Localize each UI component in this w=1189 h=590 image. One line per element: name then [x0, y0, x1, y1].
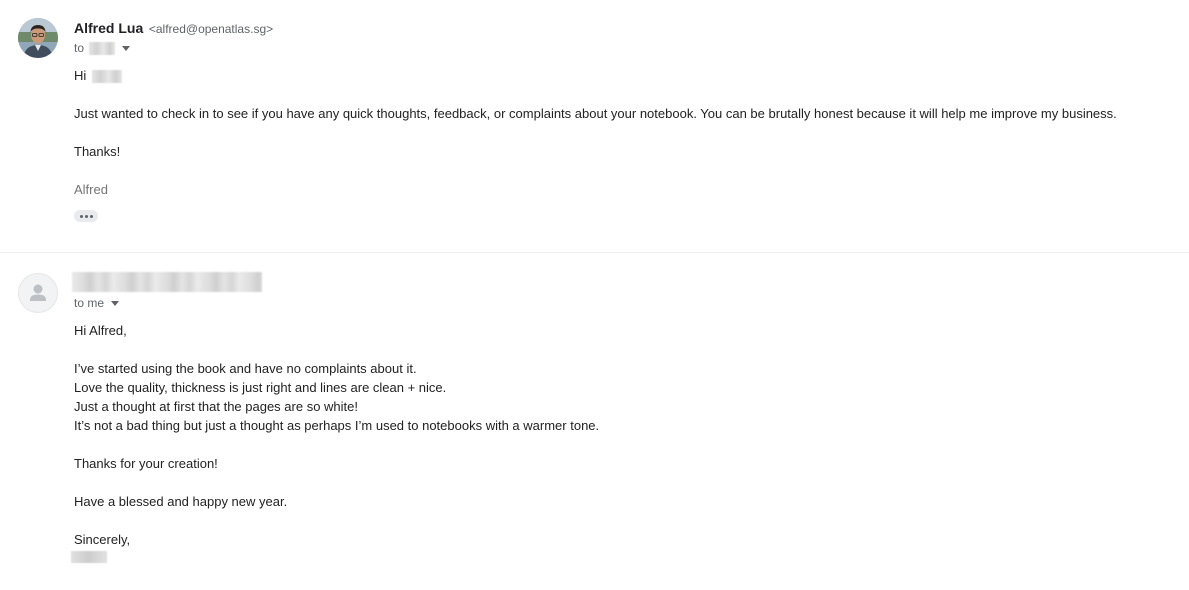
dot	[84, 214, 88, 218]
greeting-line: Hi	[74, 66, 1174, 85]
body-paragraph: Thanks!	[74, 144, 121, 159]
greeting: Hi Alfred,	[74, 323, 127, 338]
sender-line: Alfred Lua <alfred@openatlas.sg>	[74, 20, 273, 36]
email-message-1: Alfred Lua <alfred@openatlas.sg> to Hi J…	[0, 0, 1189, 252]
sender-email: <alfred@openatlas.sg>	[148, 22, 274, 36]
body-line: Love the quality, thickness is just righ…	[74, 380, 447, 395]
signature: Alfred	[74, 182, 108, 197]
chevron-down-icon[interactable]	[122, 45, 131, 51]
person-icon	[30, 284, 46, 301]
sender-avatar[interactable]	[18, 18, 58, 58]
redacted-name	[91, 70, 122, 84]
recipient-line[interactable]: to me	[74, 296, 120, 310]
recipient-line[interactable]: to	[74, 41, 131, 55]
redacted-sender[interactable]	[72, 272, 262, 292]
email-message-2: to me Hi Alfred, I’ve started using the …	[0, 253, 1189, 590]
signature-line	[71, 549, 1174, 568]
dot	[89, 214, 93, 218]
redacted-recipient	[89, 41, 116, 55]
recipient-prefix: to	[74, 41, 85, 55]
body-line: Have a blessed and happy new year.	[74, 494, 288, 509]
sender-avatar[interactable]	[18, 273, 58, 313]
closing: Sincerely,	[74, 532, 131, 547]
redacted-signature	[71, 551, 107, 563]
greeting: Hi	[74, 68, 87, 83]
body-line: I’ve started using the book and have no …	[74, 361, 417, 376]
avatar-photo	[18, 18, 58, 58]
body-paragraph: Just wanted to check in to see if you ha…	[74, 106, 1117, 121]
message-body: Hi Alfred, I’ve started using the book a…	[71, 321, 1174, 568]
chevron-down-icon[interactable]	[111, 300, 120, 306]
dot	[79, 214, 83, 218]
sender-name[interactable]: Alfred Lua	[74, 20, 143, 36]
body-line: Just a thought at first that the pages a…	[74, 399, 359, 414]
body-line: It’s not a bad thing but just a thought …	[74, 418, 600, 433]
more-horiz-icon[interactable]	[74, 210, 98, 222]
message-body: Hi Just wanted to check in to see if you…	[74, 66, 1174, 199]
body-line: Thanks for your creation!	[74, 456, 218, 471]
recipient-label: to me	[74, 296, 105, 310]
